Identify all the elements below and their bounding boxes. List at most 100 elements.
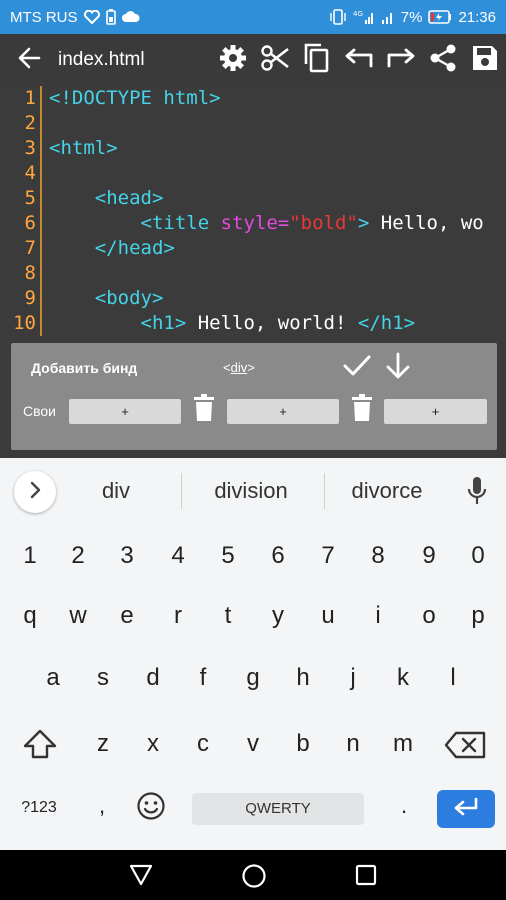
bind-slot-add-button[interactable]: + <box>69 399 181 424</box>
shift-key[interactable] <box>22 728 58 765</box>
battery-low-icon <box>428 10 452 24</box>
save-button[interactable] <box>464 34 506 86</box>
trash-icon <box>351 394 373 426</box>
key[interactable]: q <box>5 596 55 636</box>
delete-slot-button[interactable] <box>351 394 373 427</box>
code-attribute: style= <box>220 212 290 234</box>
key[interactable]: f <box>178 658 228 698</box>
key[interactable]: u <box>303 596 353 636</box>
key[interactable]: z <box>78 724 128 764</box>
backspace-key[interactable] <box>444 731 486 764</box>
battery-saver-icon <box>105 9 116 25</box>
bind-slot-add-button[interactable]: + <box>384 399 487 424</box>
backspace-icon <box>444 731 486 763</box>
key[interactable]: 0 <box>453 536 503 576</box>
key[interactable]: 8 <box>353 536 403 576</box>
code-line: </head> <box>49 236 175 261</box>
arrow-down-icon <box>385 352 411 384</box>
copy-button[interactable] <box>296 34 338 86</box>
key[interactable]: o <box>404 596 454 636</box>
bind-slot-add-button[interactable]: + <box>227 399 339 424</box>
expand-suggestions-button[interactable] <box>14 471 56 513</box>
delete-slot-button[interactable] <box>193 394 215 427</box>
key[interactable]: 5 <box>203 536 253 576</box>
key[interactable]: b <box>278 724 328 764</box>
key[interactable]: v <box>228 724 278 764</box>
cloud-icon <box>121 11 140 23</box>
key[interactable]: g <box>228 658 278 698</box>
key[interactable]: y <box>253 596 303 636</box>
microphone-icon <box>466 477 488 510</box>
line-number: 1 <box>24 87 36 109</box>
symbols-key[interactable]: ?123 <box>14 793 64 823</box>
emoji-key[interactable] <box>136 791 166 826</box>
key[interactable]: d <box>128 658 178 698</box>
key[interactable]: 6 <box>253 536 303 576</box>
suggestion-strip: div division divorce <box>0 458 506 524</box>
checkmark-icon <box>343 355 371 382</box>
key[interactable]: e <box>102 596 152 636</box>
key[interactable]: a <box>28 658 78 698</box>
vibrate-icon <box>329 9 347 25</box>
suggestion-item[interactable]: division <box>191 474 311 508</box>
key[interactable]: c <box>178 724 228 764</box>
key[interactable]: 2 <box>53 536 103 576</box>
back-arrow-icon <box>17 47 41 74</box>
key[interactable]: t <box>203 596 253 636</box>
bind-tag-label[interactable]: <div> <box>223 360 255 375</box>
confirm-button[interactable] <box>343 354 371 383</box>
key[interactable]: m <box>378 724 428 764</box>
period-key[interactable]: . <box>394 788 414 824</box>
share-button[interactable] <box>422 34 464 86</box>
bind-panel: Добавить бинд <div> Свои + + + <box>11 343 497 450</box>
comma-key[interactable]: , <box>90 788 114 824</box>
key[interactable]: 9 <box>404 536 454 576</box>
own-label: Свои <box>23 403 56 419</box>
key[interactable]: l <box>428 658 478 698</box>
cut-button[interactable] <box>254 34 296 86</box>
enter-key[interactable] <box>437 790 495 828</box>
bind-panel-title: Добавить бинд <box>31 360 138 376</box>
system-nav-bar <box>0 850 506 900</box>
shift-icon <box>22 729 58 764</box>
circle-home-icon <box>241 864 267 893</box>
key[interactable]: h <box>278 658 328 698</box>
nav-recents-button[interactable] <box>354 863 378 892</box>
code-tag: <title <box>49 212 221 234</box>
code-tag: </h1> <box>357 312 416 334</box>
code-tag: <h1> <box>49 312 187 334</box>
line-number: 8 <box>24 262 36 284</box>
key[interactable]: p <box>453 596 503 636</box>
redo-button[interactable] <box>380 34 422 86</box>
key[interactable]: i <box>353 596 403 636</box>
suggestion-item[interactable]: divorce <box>327 474 447 508</box>
key[interactable]: r <box>153 596 203 636</box>
key[interactable]: 4 <box>153 536 203 576</box>
key[interactable]: w <box>53 596 103 636</box>
tag-name: div <box>230 360 248 375</box>
key[interactable]: s <box>78 658 128 698</box>
key[interactable]: k <box>378 658 428 698</box>
key[interactable]: 7 <box>303 536 353 576</box>
key[interactable]: n <box>328 724 378 764</box>
undo-button[interactable] <box>338 34 380 86</box>
key[interactable]: j <box>328 658 378 698</box>
key[interactable]: 1 <box>5 536 55 576</box>
code-tag: <html> <box>49 137 118 159</box>
space-key[interactable]: QWERTY <box>192 793 364 825</box>
key[interactable]: x <box>128 724 178 764</box>
code-editor[interactable]: 1 2 3 4 5 6 7 8 9 10 <!DOCTYPE html> <ht… <box>0 86 506 336</box>
suggestion-item[interactable]: div <box>56 474 176 508</box>
file-title: index.html <box>58 49 145 70</box>
back-button[interactable] <box>0 34 58 86</box>
trash-icon <box>193 394 215 426</box>
move-down-button[interactable] <box>385 352 411 385</box>
key[interactable]: 3 <box>102 536 152 576</box>
nav-home-button[interactable] <box>241 863 267 894</box>
settings-button[interactable] <box>212 34 254 86</box>
nav-back-button[interactable] <box>128 863 154 892</box>
wifi-signal-icon <box>381 9 395 25</box>
gutter-divider <box>40 86 42 336</box>
voice-input-button[interactable] <box>466 476 488 511</box>
triangle-back-icon <box>128 864 154 891</box>
